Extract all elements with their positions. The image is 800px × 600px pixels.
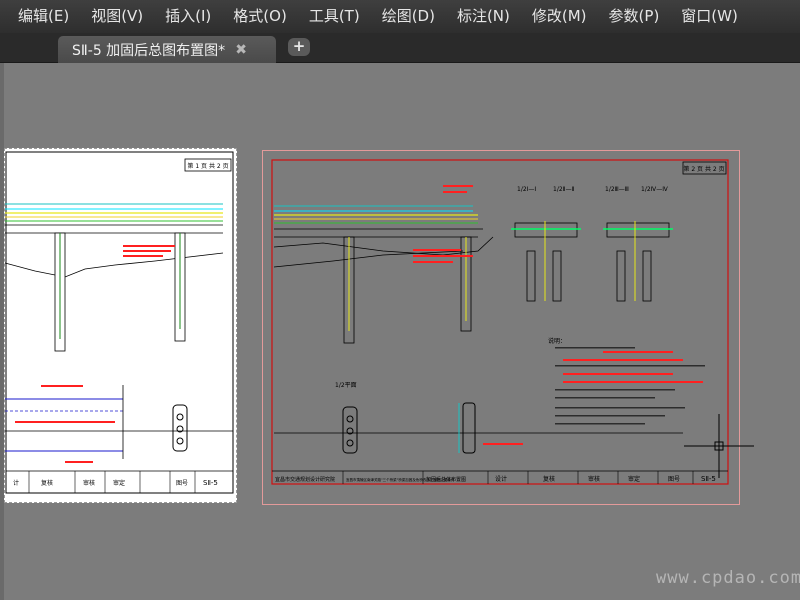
right-sheet-drawing: 第 2 页 共 2 页 1/2Ⅰ—Ⅰ 1/2Ⅱ—Ⅱ 1/2Ⅲ—Ⅲ 1/2Ⅳ—Ⅳ … [271, 159, 729, 485]
menu-insert[interactable]: 插入(I) [154, 0, 222, 33]
detail-label: 1/2平面 [335, 382, 357, 389]
crosshair-cursor-icon [684, 414, 754, 478]
section-label-3: 1/2Ⅲ—Ⅲ [605, 186, 629, 193]
section-label-4: 1/2Ⅳ—Ⅳ [641, 186, 668, 193]
menu-dimension[interactable]: 标注(N) [446, 0, 521, 33]
menu-view[interactable]: 视图(V) [80, 0, 154, 33]
left-tb-4: 图号 [176, 480, 188, 487]
right-tb-4: 复核 [543, 475, 555, 483]
close-icon[interactable]: ✖ [235, 42, 247, 58]
left-tb-3: 审定 [113, 479, 125, 487]
right-tb-5: 审核 [588, 475, 600, 483]
right-tb-3: 设计 [495, 475, 507, 483]
menu-parameters[interactable]: 参数(P) [598, 0, 671, 33]
menu-format[interactable]: 格式(O) [222, 0, 298, 33]
left-sheet-drawing: 第 1 页 共 2 页 计 复核 审核 审定 图号 SⅡ-5 [5, 151, 234, 494]
document-tab-title: SⅡ-5 加固后总图布置图* [72, 42, 226, 59]
layout-sheet-right[interactable]: 第 2 页 共 2 页 1/2Ⅰ—Ⅰ 1/2Ⅱ—Ⅱ 1/2Ⅲ—Ⅲ 1/2Ⅳ—Ⅳ … [262, 150, 740, 505]
section-group: 1/2Ⅰ—Ⅰ 1/2Ⅱ—Ⅱ 1/2Ⅲ—Ⅲ 1/2Ⅳ—Ⅳ [511, 186, 673, 302]
right-page-label: 第 2 页 共 2 页 [683, 165, 724, 173]
right-tb-0: 宜昌市交通规划设计研究院 [275, 476, 335, 483]
document-tab-bar: SⅡ-5 加固后总图布置图* ✖ [0, 33, 800, 63]
document-tab[interactable]: SⅡ-5 加固后总图布置图* ✖ [58, 36, 276, 63]
menu-draw[interactable]: 绘图(D) [371, 0, 446, 33]
menu-modify[interactable]: 修改(M) [521, 0, 598, 33]
section-label-1: 1/2Ⅰ—Ⅰ [517, 186, 536, 193]
watermark: www.cpdao.com [656, 568, 800, 588]
section-label-2: 1/2Ⅱ—Ⅱ [553, 186, 575, 193]
right-tb-6: 审定 [628, 475, 640, 483]
right-tb-7: 图号 [668, 476, 680, 483]
left-tb-5: SⅡ-5 [203, 479, 218, 487]
notes-title: 说明： [548, 337, 566, 345]
left-tb-1: 复核 [41, 479, 53, 487]
layout-sheet-left[interactable]: 第 1 页 共 2 页 计 复核 审核 审定 图号 SⅡ-5 [4, 148, 237, 503]
menu-window[interactable]: 窗口(W) [670, 0, 749, 33]
right-tb-2: 加固后总体布置图 [426, 476, 466, 483]
left-tb-2: 审核 [83, 479, 95, 487]
menu-edit[interactable]: 编辑(E) [18, 0, 80, 33]
left-tb-0: 计 [13, 479, 19, 487]
menu-bar: 编辑(E) 视图(V) 插入(I) 格式(O) 工具(T) 绘图(D) 标注(N… [0, 0, 800, 33]
left-page-label: 第 1 页 共 2 页 [187, 162, 228, 170]
menu-tools[interactable]: 工具(T) [298, 0, 371, 33]
new-tab-plus-icon[interactable]: + [288, 38, 310, 56]
